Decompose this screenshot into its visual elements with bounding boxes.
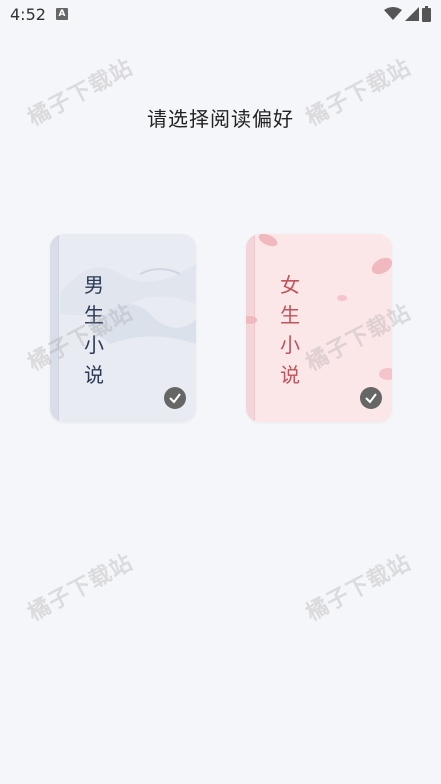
status-icons [384, 6, 431, 22]
checkmark-icon [164, 387, 186, 409]
status-time: 4:52 [10, 5, 46, 24]
signal-icon [405, 7, 419, 21]
status-bar: 4:52 A [0, 0, 441, 30]
watermark: 橘子下载站 [302, 550, 416, 627]
wifi-icon [384, 7, 402, 20]
checkmark-icon [360, 387, 382, 409]
female-novel-label: 女生小说 [280, 273, 300, 387]
battery-icon [422, 6, 431, 22]
watermark: 橘子下载站 [24, 550, 138, 627]
a-badge-icon: A [56, 8, 68, 20]
